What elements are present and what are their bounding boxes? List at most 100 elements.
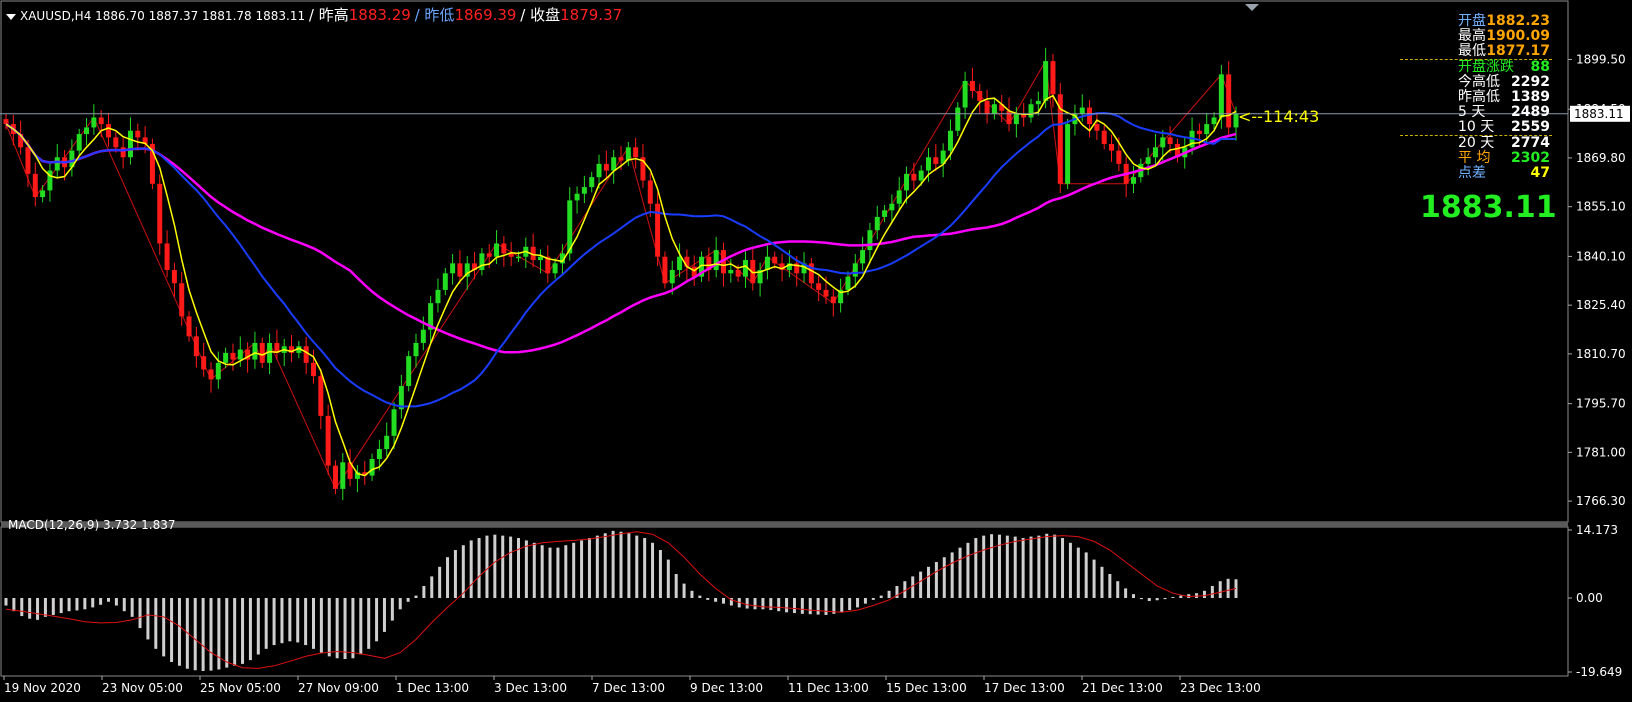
candle-body [1079,107,1085,115]
info-value: 47 [1530,165,1550,181]
candle-body [179,283,185,317]
candle-body [1101,130,1107,144]
candle-body [860,250,866,264]
candle-body [384,435,390,450]
info-row: 5 天 2489 [1400,105,1552,120]
candle-body [84,127,90,135]
candle-body [735,270,741,277]
candle-body [933,157,939,164]
time-axis: 19 Nov 2020 23 Nov 05:00 25 Nov 05:00 27 No… [3,676,1261,695]
time-label: 17 Dec 13:00 [984,681,1065,695]
info-value: 2774 [1511,135,1550,151]
macd-axis-label: -19.649 [1576,665,1622,679]
price-label: 1810.70 [1576,347,1626,361]
candle-body [962,81,968,108]
candle-body [633,147,639,158]
current-price-tag: 1883.11 [1570,105,1630,122]
info-value: 2489 [1511,104,1550,120]
info-row: 最低 1877.17 [1400,44,1552,59]
candle-body [201,356,207,370]
candle-body [391,409,397,436]
candle-body [1065,124,1071,184]
candle-body [552,263,558,274]
time-label: 7 Dec 13:00 [592,681,665,695]
candle-countdown: <--114:43 [1238,107,1320,126]
time-label: 19 Nov 2020 [4,681,81,695]
candle-body [1131,177,1136,184]
big-price: 1883.11 [1420,190,1557,225]
candle-body [596,163,602,178]
candle-body [157,183,163,244]
candle-body [1028,104,1034,118]
candle-body [193,336,199,357]
candle-body [918,170,924,181]
candle-body [303,346,309,363]
candle-body [1167,137,1173,144]
time-label: 23 Nov 05:00 [102,681,183,695]
candle-body [713,250,719,270]
candle-body [1204,124,1210,135]
shift-marker-icon[interactable] [1245,4,1259,11]
chart-header: XAUUSD,H4 1886.70 1887.37 1881.78 1883.1… [6,4,622,25]
candle-body [1152,147,1158,158]
time-label: 9 Dec 13:00 [690,681,763,695]
time-label: 23 Dec 13:00 [1180,681,1261,695]
candle-body [947,130,953,151]
candle-body [127,130,133,158]
candle-body [120,147,126,158]
price-label: 1781.00 [1576,445,1626,459]
info-key: 10 天 [1458,119,1495,135]
close-value: 1879.37 [560,6,623,24]
candle-body [904,173,910,191]
time-label: 11 Dec 13:00 [788,681,869,695]
macd-axis-label: 0.00 [1576,591,1603,605]
candle-body [882,210,888,217]
prev-low-value: 1869.39 [454,6,517,24]
macd-label: MACD(12,26,9) 3.732 1.837 [8,518,176,532]
candle-body [413,342,419,357]
candle-body [76,134,82,151]
candle-body [845,276,851,290]
candle-body [911,173,917,181]
candle-body [1218,74,1224,118]
info-value: 2302 [1511,150,1550,166]
chart-menu-icon[interactable] [6,13,16,20]
prev-high-value: 1883.29 [348,6,411,24]
candle-body [926,157,931,171]
candle-body [164,243,170,270]
info-row: 昨高低 1389 [1400,90,1552,105]
info-value: 1882.23 [1486,13,1550,29]
candle-body [1109,144,1115,151]
candle-body [662,256,668,284]
candle-body [501,243,507,254]
candle-body [1116,150,1122,164]
candle-body [406,356,412,387]
candle-body [677,256,683,270]
candle-body [230,352,236,360]
candle-body [340,462,346,489]
candle-body [208,369,214,380]
candle-body [830,296,836,304]
candle-body [252,342,258,360]
candle-body [1006,110,1012,125]
candle-body [618,157,624,161]
candle-body [589,177,595,188]
macd-axis: 14.173 0.00 -19.649 [1568,523,1622,679]
candle-body [54,157,60,171]
candle-body [98,117,104,125]
candle-body [311,362,316,377]
info-row: 最高 1900.09 [1400,29,1552,44]
price-label: 1795.70 [1576,397,1626,411]
candle-body [1094,124,1100,131]
info-key: 今高低 [1458,74,1500,90]
time-label: 3 Dec 13:00 [494,681,567,695]
info-key: 最高 [1458,28,1486,44]
candle-body [25,147,31,174]
candle-body [1226,74,1232,128]
candle-body [1211,117,1217,125]
candle-body [647,180,653,204]
candle-body [1160,137,1166,148]
info-value: 88 [1530,59,1550,75]
panel-separator [1,522,1568,527]
candle-body [1196,130,1202,135]
